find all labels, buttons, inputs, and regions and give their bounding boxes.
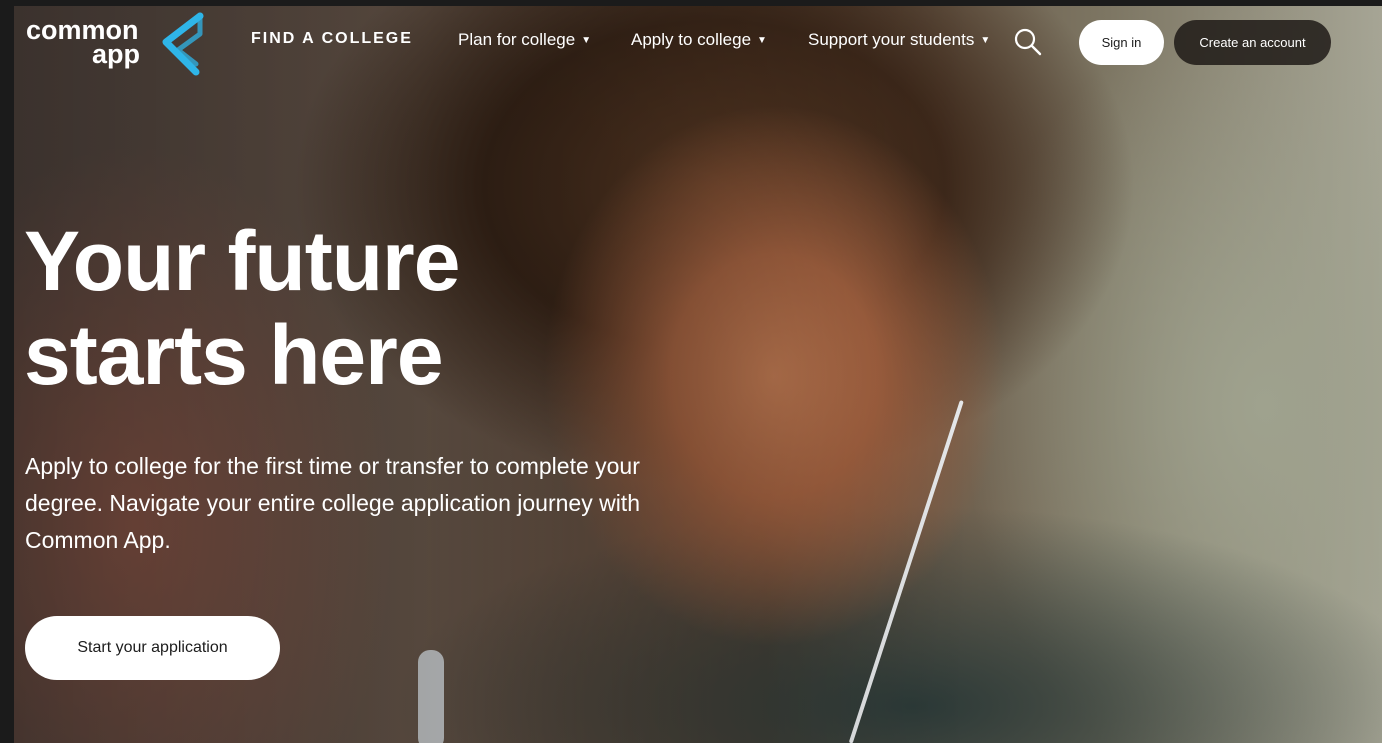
caret-down-icon: ▼ xyxy=(757,35,767,46)
common-app-logo[interactable]: common app xyxy=(26,12,206,80)
create-account-button[interactable]: Create an account xyxy=(1174,20,1331,65)
logo-line-app: app xyxy=(92,39,141,69)
hero-headline-line2: starts here xyxy=(24,308,444,402)
nav-support-your-students[interactable]: Support your students ▼ xyxy=(808,30,990,52)
nav-apply-label: Apply to college xyxy=(631,30,752,49)
nav-find-a-college[interactable]: FIND A COLLEGE xyxy=(251,30,413,52)
top-navigation: common app FIND A COLLEGE Plan for colle… xyxy=(14,6,1382,82)
search-button[interactable] xyxy=(1012,26,1044,58)
logo-wordmark: common app xyxy=(26,17,141,69)
hero-headline-line1: Your future xyxy=(24,214,460,308)
hero-description: Apply to college for the first time or t… xyxy=(25,453,640,553)
nav-support-label: Support your students xyxy=(808,30,975,49)
start-application-button[interactable]: Start your application xyxy=(25,616,280,680)
page: common app FIND A COLLEGE Plan for colle… xyxy=(0,0,1382,743)
caret-down-icon: ▼ xyxy=(980,35,991,46)
caret-down-icon: ▼ xyxy=(581,35,592,46)
nav-plan-for-college[interactable]: Plan for college ▼ xyxy=(458,30,591,52)
logo-mark-icon xyxy=(162,12,204,76)
nav-plan-label: Plan for college xyxy=(458,30,576,49)
hero-headline: Your future starts here xyxy=(24,214,460,402)
sign-in-button[interactable]: Sign in xyxy=(1079,20,1164,65)
search-icon xyxy=(1014,28,1042,56)
nav-apply-to-college[interactable]: Apply to college ▼ xyxy=(631,30,767,52)
